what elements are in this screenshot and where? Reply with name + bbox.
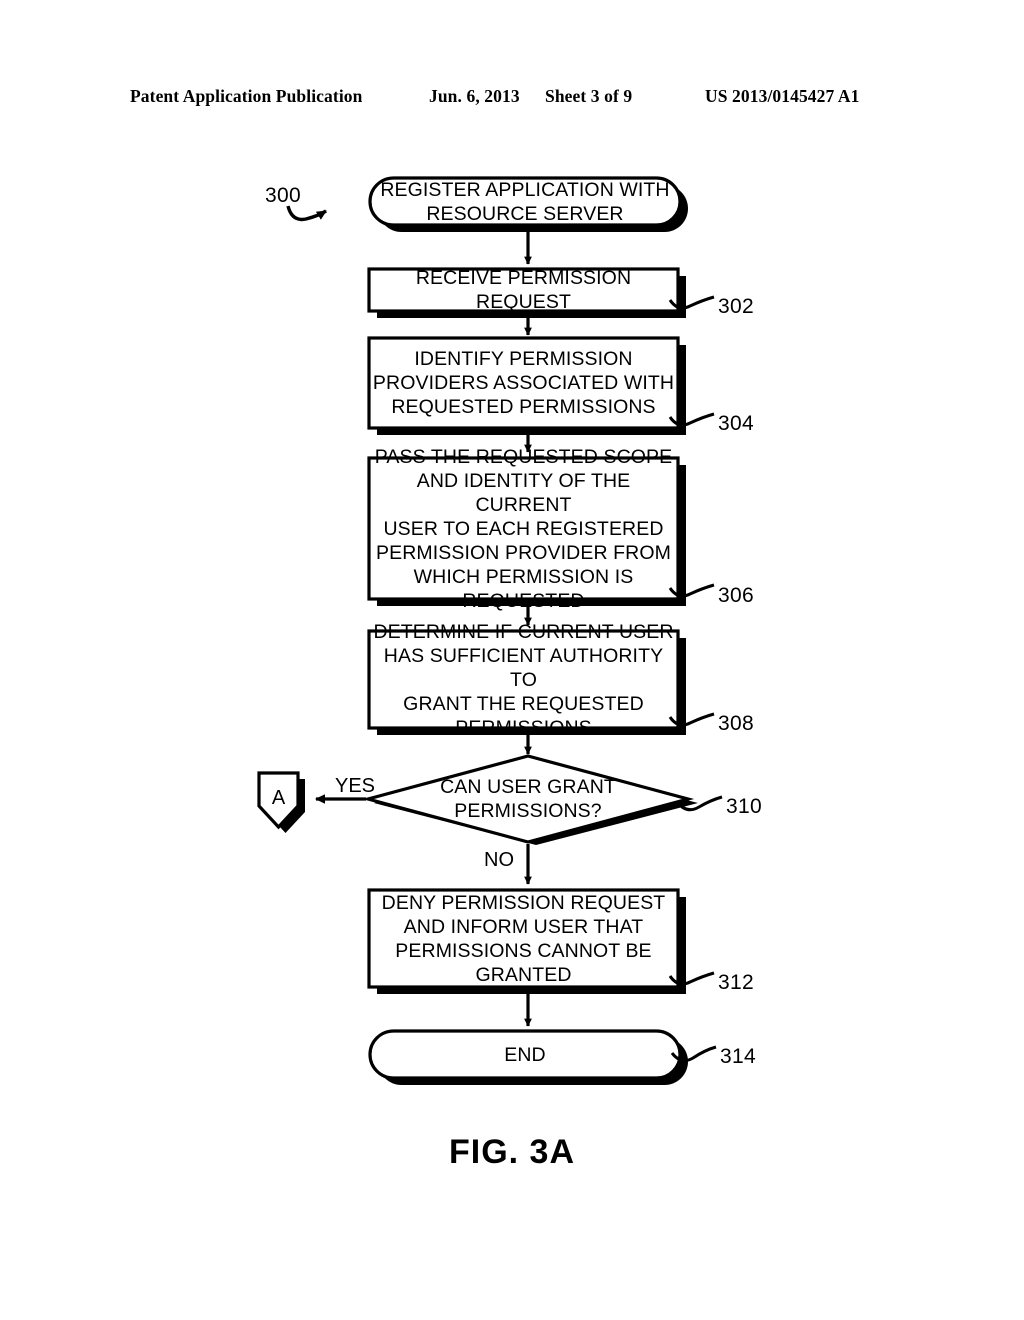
node-decision-310 [361,754,698,845]
node-step-302 [367,267,686,318]
leader-300-arrow [286,205,327,222]
ref-numeral-304: 304 [718,412,754,435]
flowchart-svg [257,176,723,1085]
offpage-connector-a-label: A [271,787,286,809]
edge-label-yes: YES [335,775,376,797]
node-step-306 [367,456,686,606]
edge-label-no: NO [484,849,514,871]
node-step-308 [367,629,686,735]
node-start [368,176,688,232]
ref-numeral-302: 302 [718,295,754,318]
ref-numeral-310: 310 [726,795,762,818]
ref-numeral-300: 300 [265,184,301,207]
ref-numeral-308: 308 [718,712,754,735]
node-step-304 [367,336,686,435]
ref-numeral-314: 314 [720,1045,756,1068]
node-end [368,1029,688,1085]
node-step-312 [367,888,686,994]
ref-numeral-306: 306 [718,584,754,607]
flowchart-figure [0,0,1024,1320]
figure-caption: FIG. 3A [448,1133,576,1171]
ref-numeral-312: 312 [718,971,754,994]
